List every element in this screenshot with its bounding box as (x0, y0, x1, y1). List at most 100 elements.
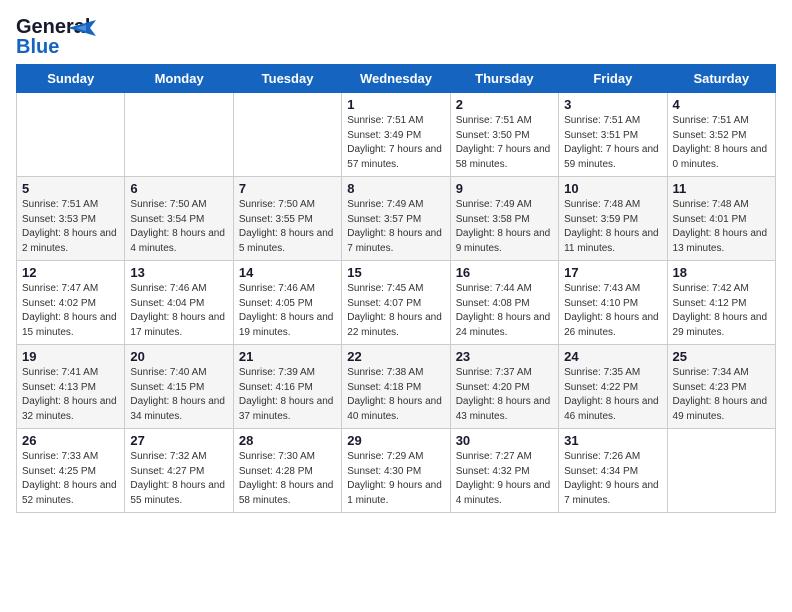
day-number: 21 (239, 349, 336, 364)
day-number: 28 (239, 433, 336, 448)
day-number: 11 (673, 181, 770, 196)
day-info: Sunrise: 7:50 AM Sunset: 3:55 PM Dayligh… (239, 198, 336, 256)
day-number: 24 (564, 349, 661, 364)
weekday-header-row: SundayMondayTuesdayWednesdayThursdayFrid… (17, 65, 776, 93)
day-info: Sunrise: 7:30 AM Sunset: 4:28 PM Dayligh… (239, 450, 336, 508)
calendar-cell: 11 Sunrise: 7:48 AM Sunset: 4:01 PM Dayli… (667, 177, 775, 261)
calendar-cell: 30Sunrise: 7:27 AM Sunset: 4:32 PM Dayli… (450, 429, 558, 513)
weekday-header-sunday: Sunday (17, 65, 125, 93)
day-number: 26 (22, 433, 119, 448)
calendar-cell: 14 Sunrise: 7:46 AM Sunset: 4:05 PM Dayli… (233, 261, 341, 345)
day-info: Sunrise: 7:43 AM Sunset: 4:10 PM Dayligh… (564, 282, 661, 340)
day-number: 23 (456, 349, 553, 364)
weekday-header-monday: Monday (125, 65, 233, 93)
day-info: Sunrise: 7:48 AM Sunset: 4:01 PM Dayligh… (673, 198, 770, 256)
day-info: Sunrise: 7:48 AM Sunset: 3:59 PM Dayligh… (564, 198, 661, 256)
day-info: Sunrise: 7:29 AM Sunset: 4:30 PM Dayligh… (347, 450, 444, 508)
calendar-cell: 4 Sunrise: 7:51 AM Sunset: 3:52 PM Daylig… (667, 93, 775, 177)
calendar-cell: 29 Sunrise: 7:29 AM Sunset: 4:30 PM Dayli… (342, 429, 450, 513)
day-number: 19 (22, 349, 119, 364)
day-info: Sunrise: 7:49 AM Sunset: 3:58 PM Dayligh… (456, 198, 553, 256)
calendar-cell: 19 Sunrise: 7:41 AM Sunset: 4:13 PM Dayli… (17, 345, 125, 429)
day-number: 12 (22, 265, 119, 280)
day-info: Sunrise: 7:32 AM Sunset: 4:27 PM Dayligh… (130, 450, 227, 508)
day-number: 27 (130, 433, 227, 448)
day-info: Sunrise: 7:51 AM Sunset: 3:50 PM Dayligh… (456, 114, 553, 172)
calendar-body: 1Sunrise: 7:51 AM Sunset: 3:49 PM Daylig… (17, 93, 776, 513)
day-number: 2 (456, 97, 553, 112)
day-number: 5 (22, 181, 119, 196)
calendar-cell: 26 Sunrise: 7:33 AM Sunset: 4:25 PM Dayli… (17, 429, 125, 513)
calendar-cell: 17Sunrise: 7:43 AM Sunset: 4:10 PM Dayli… (559, 261, 667, 345)
weekday-header-thursday: Thursday (450, 65, 558, 93)
weekday-header-wednesday: Wednesday (342, 65, 450, 93)
day-info: Sunrise: 7:42 AM Sunset: 4:12 PM Dayligh… (673, 282, 770, 340)
calendar-cell: 28 Sunrise: 7:30 AM Sunset: 4:28 PM Dayli… (233, 429, 341, 513)
day-number: 13 (130, 265, 227, 280)
calendar-cell: 2 Sunrise: 7:51 AM Sunset: 3:50 PM Daylig… (450, 93, 558, 177)
page-header: General Blue (16, 16, 776, 54)
day-number: 6 (130, 181, 227, 196)
day-info: Sunrise: 7:26 AM Sunset: 4:34 PM Dayligh… (564, 450, 661, 508)
weekday-header-saturday: Saturday (667, 65, 775, 93)
day-info: Sunrise: 7:45 AM Sunset: 4:07 PM Dayligh… (347, 282, 444, 340)
calendar-cell: 15 Sunrise: 7:45 AM Sunset: 4:07 PM Dayli… (342, 261, 450, 345)
day-number: 15 (347, 265, 444, 280)
calendar-week-4: 19 Sunrise: 7:41 AM Sunset: 4:13 PM Dayli… (17, 345, 776, 429)
logo-blue: Blue (16, 36, 59, 59)
calendar-cell (667, 429, 775, 513)
calendar-cell: 22 Sunrise: 7:38 AM Sunset: 4:18 PM Dayli… (342, 345, 450, 429)
day-info: Sunrise: 7:37 AM Sunset: 4:20 PM Dayligh… (456, 366, 553, 424)
day-number: 30 (456, 433, 553, 448)
calendar-cell (17, 93, 125, 177)
day-info: Sunrise: 7:33 AM Sunset: 4:25 PM Dayligh… (22, 450, 119, 508)
calendar-cell: 9 Sunrise: 7:49 AM Sunset: 3:58 PM Daylig… (450, 177, 558, 261)
day-number: 7 (239, 181, 336, 196)
day-number: 1 (347, 97, 444, 112)
logo: General Blue (16, 16, 68, 54)
weekday-header-tuesday: Tuesday (233, 65, 341, 93)
day-number: 31 (564, 433, 661, 448)
calendar-week-1: 1Sunrise: 7:51 AM Sunset: 3:49 PM Daylig… (17, 93, 776, 177)
calendar-cell: 13Sunrise: 7:46 AM Sunset: 4:04 PM Dayli… (125, 261, 233, 345)
day-info: Sunrise: 7:49 AM Sunset: 3:57 PM Dayligh… (347, 198, 444, 256)
calendar-cell: 18Sunrise: 7:42 AM Sunset: 4:12 PM Dayli… (667, 261, 775, 345)
calendar-cell: 8Sunrise: 7:49 AM Sunset: 3:57 PM Daylig… (342, 177, 450, 261)
day-info: Sunrise: 7:46 AM Sunset: 4:05 PM Dayligh… (239, 282, 336, 340)
calendar-cell (233, 93, 341, 177)
day-info: Sunrise: 7:35 AM Sunset: 4:22 PM Dayligh… (564, 366, 661, 424)
calendar-cell: 16 Sunrise: 7:44 AM Sunset: 4:08 PM Dayli… (450, 261, 558, 345)
day-info: Sunrise: 7:51 AM Sunset: 3:52 PM Dayligh… (673, 114, 770, 172)
calendar-cell: 3 Sunrise: 7:51 AM Sunset: 3:51 PM Daylig… (559, 93, 667, 177)
calendar-cell: 20 Sunrise: 7:40 AM Sunset: 4:15 PM Dayli… (125, 345, 233, 429)
day-number: 4 (673, 97, 770, 112)
day-info: Sunrise: 7:50 AM Sunset: 3:54 PM Dayligh… (130, 198, 227, 256)
day-number: 9 (456, 181, 553, 196)
day-info: Sunrise: 7:41 AM Sunset: 4:13 PM Dayligh… (22, 366, 119, 424)
day-info: Sunrise: 7:44 AM Sunset: 4:08 PM Dayligh… (456, 282, 553, 340)
day-info: Sunrise: 7:51 AM Sunset: 3:51 PM Dayligh… (564, 114, 661, 172)
calendar-cell (125, 93, 233, 177)
calendar-cell: 24 Sunrise: 7:35 AM Sunset: 4:22 PM Dayli… (559, 345, 667, 429)
calendar-cell: 1Sunrise: 7:51 AM Sunset: 3:49 PM Daylig… (342, 93, 450, 177)
calendar-week-3: 12 Sunrise: 7:47 AM Sunset: 4:02 PM Dayli… (17, 261, 776, 345)
day-info: Sunrise: 7:40 AM Sunset: 4:15 PM Dayligh… (130, 366, 227, 424)
calendar-cell: 10Sunrise: 7:48 AM Sunset: 3:59 PM Dayli… (559, 177, 667, 261)
calendar-cell: 6 Sunrise: 7:50 AM Sunset: 3:54 PM Daylig… (125, 177, 233, 261)
day-info: Sunrise: 7:34 AM Sunset: 4:23 PM Dayligh… (673, 366, 770, 424)
day-info: Sunrise: 7:47 AM Sunset: 4:02 PM Dayligh… (22, 282, 119, 340)
weekday-header-friday: Friday (559, 65, 667, 93)
day-number: 14 (239, 265, 336, 280)
calendar-cell: 31 Sunrise: 7:26 AM Sunset: 4:34 PM Dayli… (559, 429, 667, 513)
logo-airplane-icon (68, 18, 96, 38)
day-number: 29 (347, 433, 444, 448)
day-number: 3 (564, 97, 661, 112)
calendar-cell: 5Sunrise: 7:51 AM Sunset: 3:53 PM Daylig… (17, 177, 125, 261)
day-info: Sunrise: 7:39 AM Sunset: 4:16 PM Dayligh… (239, 366, 336, 424)
day-number: 16 (456, 265, 553, 280)
day-number: 25 (673, 349, 770, 364)
day-info: Sunrise: 7:38 AM Sunset: 4:18 PM Dayligh… (347, 366, 444, 424)
day-number: 22 (347, 349, 444, 364)
calendar-cell: 7 Sunrise: 7:50 AM Sunset: 3:55 PM Daylig… (233, 177, 341, 261)
day-number: 20 (130, 349, 227, 364)
